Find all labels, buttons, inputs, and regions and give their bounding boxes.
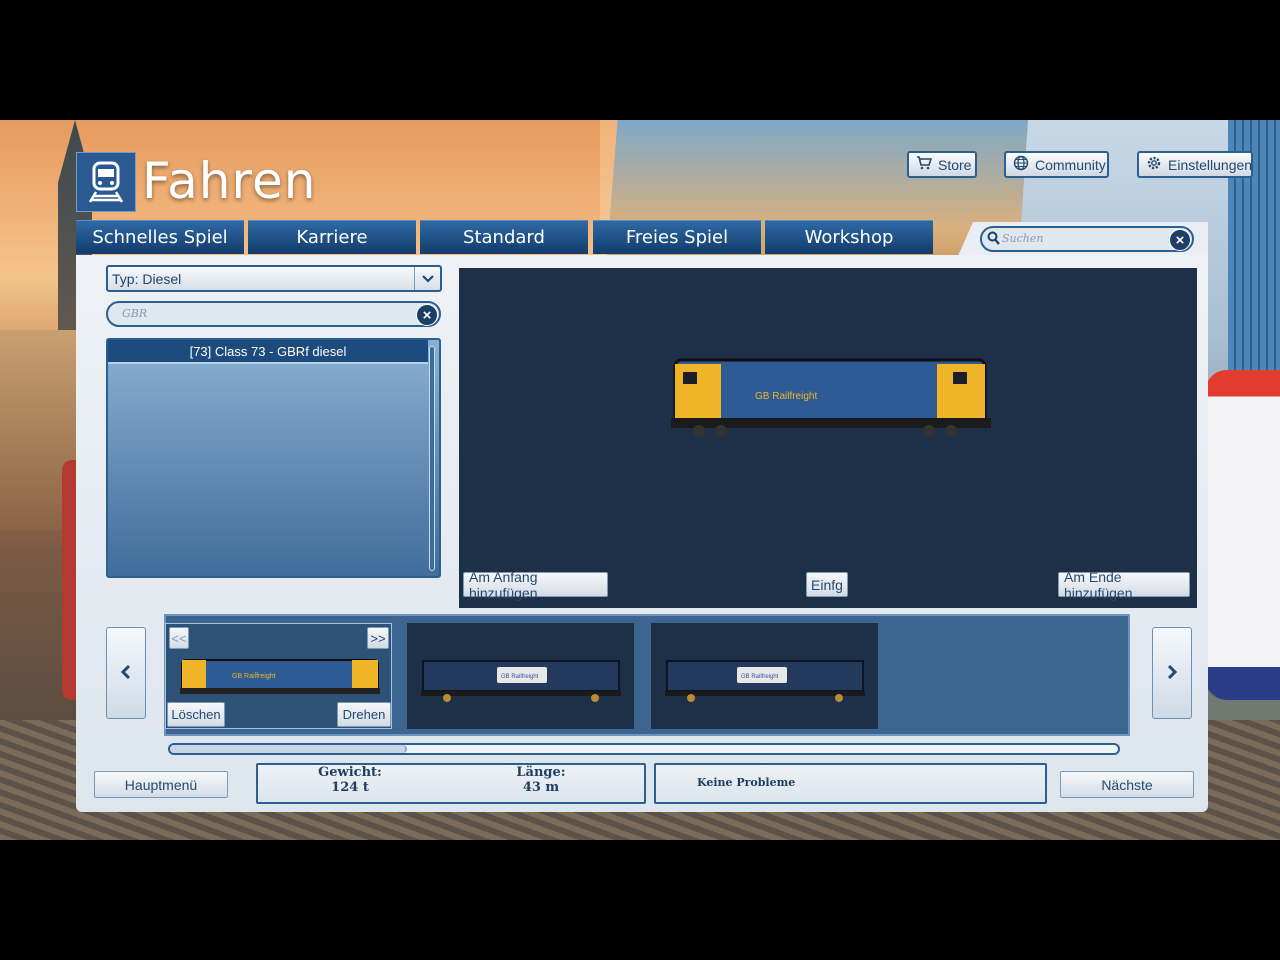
store-label: Store xyxy=(938,156,972,173)
tab-free-play[interactable]: Freies Spiel xyxy=(593,220,761,254)
move-right-button[interactable]: >> xyxy=(367,627,389,649)
loco-livery-text: GB Railfreight xyxy=(755,391,817,402)
wagon-thumbnail: GB Railfreight xyxy=(665,660,865,702)
car-2-livery: GB Railfreight xyxy=(741,674,779,680)
tab-quick-game[interactable]: Schnelles Spiel xyxy=(76,220,244,254)
chevron-left-icon xyxy=(120,660,132,686)
length-value: 43 m xyxy=(522,780,560,795)
search-input[interactable]: Suchen × xyxy=(980,226,1194,252)
car-0-livery: GB Railfreight xyxy=(232,673,276,680)
status-box: Keine Probleme xyxy=(654,763,1047,804)
filter-search-value: GBR xyxy=(122,307,148,320)
page-title: Fahren xyxy=(142,152,317,210)
delete-button[interactable]: Löschen xyxy=(167,702,225,727)
add-to-end-button[interactable]: Am Ende hinzufügen xyxy=(1058,569,1190,601)
tab-career[interactable]: Karriere xyxy=(248,220,416,254)
type-dropdown[interactable]: Typ: Diesel xyxy=(106,265,442,292)
background-train xyxy=(1205,370,1280,700)
train-logo-icon xyxy=(76,152,136,212)
status-text: Keine Probleme xyxy=(697,776,796,789)
vehicle-preview: GB Railfreight xyxy=(459,268,1197,608)
search-icon xyxy=(987,231,1000,250)
scroll-left-button[interactable] xyxy=(106,627,146,719)
insert-button[interactable]: Einfg xyxy=(806,572,848,597)
settings-label: Einstellungen xyxy=(1168,156,1253,173)
weight-value: 124 t xyxy=(331,780,369,795)
consist-stats: Gewicht: 124 t Länge: 43 m xyxy=(256,763,646,804)
clear-search-icon[interactable]: × xyxy=(1169,229,1191,251)
settings-button[interactable]: Einstellungen xyxy=(1137,151,1253,178)
add-to-start-button[interactable]: Am Anfang hinzufügen xyxy=(463,569,608,601)
main-menu-button[interactable]: Hauptmenü xyxy=(94,771,228,798)
consist-car-locomotive[interactable]: GB Railfreight << >> Löschen Drehen xyxy=(165,623,392,729)
store-button[interactable]: Store xyxy=(907,151,977,178)
type-dropdown-value: Typ: Diesel xyxy=(112,271,182,287)
vehicle-list: [73] Class 73 - GBRf diesel xyxy=(106,338,441,578)
length-label: Länge: xyxy=(516,765,566,780)
wagon-thumbnail: GB Railfreight xyxy=(421,660,621,702)
community-label: Community xyxy=(1035,156,1106,173)
weight-label: Gewicht: xyxy=(318,765,382,780)
rotate-button[interactable]: Drehen xyxy=(337,702,391,727)
move-left-button[interactable]: << xyxy=(169,627,189,649)
scrollbar-thumb[interactable] xyxy=(170,745,407,753)
car-1-livery: GB Railfreight xyxy=(501,674,539,680)
filter-search-input[interactable]: GBR × xyxy=(106,301,441,327)
scroll-right-button[interactable] xyxy=(1152,627,1192,719)
consist-car-wagon[interactable]: GB Railfreight xyxy=(651,623,878,729)
globe-icon xyxy=(1013,155,1029,174)
search-placeholder: Suchen xyxy=(1002,232,1044,245)
next-button[interactable]: Nächste xyxy=(1060,771,1194,798)
consist-scrollbar[interactable] xyxy=(168,743,1120,755)
locomotive-preview-image: GB Railfreight xyxy=(671,358,991,437)
list-scrollbar[interactable] xyxy=(429,346,435,571)
chevron-down-icon[interactable] xyxy=(414,267,440,290)
tab-workshop[interactable]: Workshop xyxy=(765,220,933,254)
cart-icon xyxy=(916,156,933,173)
clear-filter-icon[interactable]: × xyxy=(416,304,438,326)
chevron-right-icon xyxy=(1166,660,1178,686)
community-button[interactable]: Community xyxy=(1004,151,1109,178)
tab-standard[interactable]: Standard xyxy=(420,220,588,254)
gear-icon xyxy=(1146,155,1162,174)
consist-car-wagon[interactable]: GB Railfreight xyxy=(407,623,634,729)
list-item[interactable]: [73] Class 73 - GBRf diesel xyxy=(108,340,428,364)
